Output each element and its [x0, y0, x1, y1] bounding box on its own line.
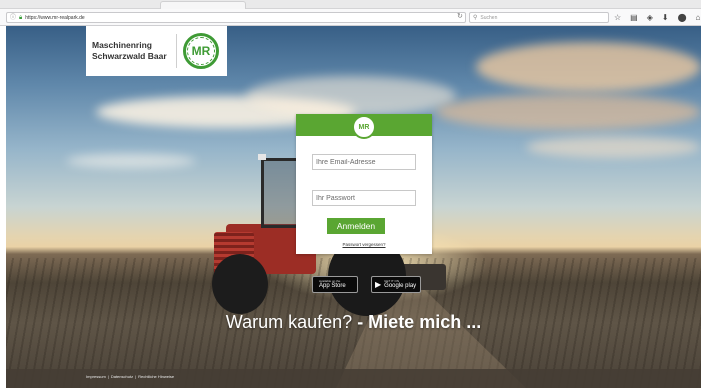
toolbar-icons: ☆ ▤ ◈ ⬇ ⬤ ⌂ » [614, 12, 701, 23]
download-icon[interactable]: ⬇ [662, 12, 669, 23]
brand-name-line1: Maschinenring [92, 40, 152, 50]
star-icon[interactable]: ☆ [614, 12, 621, 23]
footer-link-datenschutz[interactable]: Datenschutz [111, 374, 133, 379]
mr-logo-icon: MR [183, 33, 219, 69]
mr-badge-text: MR [358, 123, 370, 131]
lock-icon: 🔒︎ [19, 14, 23, 21]
app-store-label: App Store [319, 283, 346, 289]
footer-separator: | [107, 374, 109, 379]
background-cloud [66, 154, 196, 168]
app-store-badge[interactable]: Available on the App Store [312, 276, 358, 293]
reload-icon[interactable]: ↻ [457, 13, 463, 20]
password-input[interactable] [312, 190, 416, 206]
brand-name-line2: Schwarzwald Baar [92, 51, 167, 61]
google-play-text: GET IT ON Google play [384, 280, 417, 290]
background-cloud [246, 76, 456, 116]
logo-divider [176, 34, 177, 68]
email-input[interactable] [312, 154, 416, 170]
page-footer: Impressum | Datenschutz | Rechtliche Hin… [6, 369, 701, 388]
app-store-text: Available on the App Store [319, 280, 346, 290]
tractor-light [258, 154, 266, 160]
footer-link-impressum[interactable]: Impressum [86, 374, 106, 379]
login-card: MR Anmelden Passwort vergessen? [296, 114, 432, 254]
library-icon[interactable]: ▤ [630, 12, 638, 23]
background-cloud [476, 42, 701, 92]
browser-tab[interactable] [160, 1, 246, 9]
background-cloud [436, 94, 701, 130]
page-viewport: Maschinenring Schwarzwald Baar MR MR Anm… [6, 26, 701, 388]
home-icon[interactable]: ⌂ [696, 12, 701, 23]
login-button[interactable]: Anmelden [327, 218, 385, 234]
google-play-badge[interactable]: ▶ GET IT ON Google play [371, 276, 421, 293]
tractor-front-wheel [212, 254, 268, 314]
mr-logo-text: MR [191, 44, 211, 58]
headline-bold: - Miete mich ... [357, 312, 482, 332]
browser-search-box[interactable]: ⚲ Suchen [469, 12, 609, 23]
background-cloud [526, 136, 701, 158]
footer-separator: | [135, 374, 137, 379]
headline-regular: Warum kaufen? [225, 312, 353, 332]
brand-name: Maschinenring Schwarzwald Baar [92, 40, 174, 62]
address-bar[interactable]: ⓘ 🔒︎ https://www.mr-realpark.de [6, 12, 466, 23]
pocket-icon[interactable]: ◈ [647, 12, 653, 23]
footer-links: Impressum | Datenschutz | Rechtliche Hin… [86, 374, 174, 379]
mr-badge-icon: MR [352, 115, 376, 139]
search-icon: ⚲ [473, 14, 478, 21]
hero-headline: Warum kaufen? - Miete mich ... [6, 312, 701, 333]
forgot-password-link[interactable]: Passwort vergessen? [296, 242, 432, 247]
google-play-label: Google play [384, 283, 417, 289]
info-icon[interactable]: ⓘ [10, 15, 16, 21]
browser-tabstrip [0, 0, 701, 9]
play-icon: ▶ [375, 279, 382, 289]
footer-link-legal[interactable]: Rechtliche Hinweise [138, 374, 174, 379]
search-placeholder: Suchen [480, 14, 498, 21]
brand-logo[interactable]: Maschinenring Schwarzwald Baar MR [86, 26, 227, 76]
address-bar-url[interactable]: https://www.mr-realpark.de [25, 15, 84, 21]
browser-toolbar: ⓘ 🔒︎ https://www.mr-realpark.de ↻ ⚲ Such… [0, 9, 701, 26]
sync-icon[interactable]: ⬤ [678, 12, 687, 23]
